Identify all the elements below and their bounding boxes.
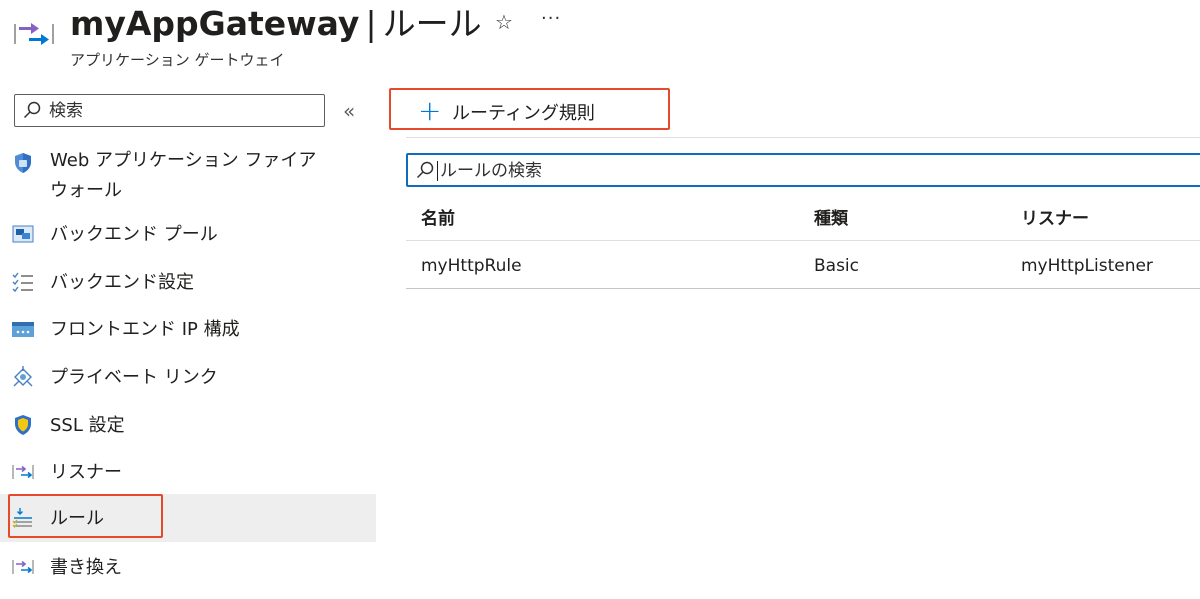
listener-icon <box>12 465 34 479</box>
more-options-icon[interactable]: ··· <box>541 8 561 29</box>
rules-icon <box>12 508 32 528</box>
sidebar-item-label: フロントエンド IP 構成 <box>50 319 240 340</box>
column-header-name[interactable]: 名前 <box>421 204 455 229</box>
rule-name-cell[interactable]: myHttpRule <box>421 256 522 276</box>
sidebar-item-private-link[interactable]: プライベート リンク <box>0 354 376 402</box>
waf-shield-icon <box>15 153 31 173</box>
rewrite-icon <box>12 560 34 574</box>
sidebar-item-label: バックエンド プール <box>50 224 218 245</box>
table-row-divider <box>406 288 1200 289</box>
add-routing-rule-button[interactable]: + ルーティング規則 <box>406 91 668 131</box>
backend-pool-icon <box>12 225 34 243</box>
resource-name: myAppGateway <box>70 4 360 43</box>
sidebar-item-label: ルール <box>50 508 104 529</box>
sidebar-item-label: プライベート リンク <box>50 367 218 388</box>
sidebar-item-rewrites[interactable]: 書き換え <box>0 544 376 592</box>
collapse-sidebar-icon[interactable]: « <box>343 99 355 123</box>
column-header-type[interactable]: 種類 <box>814 204 848 229</box>
add-icon: + <box>418 94 442 127</box>
column-header-listener[interactable]: リスナー <box>1021 204 1089 229</box>
rules-search-box[interactable] <box>406 153 1200 187</box>
add-routing-rule-label: ルーティング規則 <box>452 103 595 124</box>
search-icon <box>23 101 41 119</box>
sidebar-item-label: 書き換え <box>50 557 122 578</box>
sidebar-item-backend-pools[interactable]: バックエンド プール <box>0 211 376 259</box>
sidebar-item-listeners[interactable]: リスナー <box>0 449 376 497</box>
search-icon <box>416 161 434 179</box>
private-link-icon <box>13 366 33 387</box>
title-separator: | <box>365 4 377 43</box>
sidebar-item-backend-settings[interactable]: バックエンド設定 <box>0 259 376 307</box>
backend-settings-icon <box>12 272 33 293</box>
sidebar-search-input[interactable] <box>49 98 319 123</box>
rules-search-input[interactable] <box>440 158 1140 183</box>
page-title: myAppGateway | ルール <box>70 2 482 46</box>
app-gateway-icon <box>14 23 54 45</box>
sidebar-item-rules[interactable]: ルール <box>0 494 376 542</box>
sidebar-item-ssl-settings[interactable]: SSL 設定 <box>0 402 376 450</box>
frontend-ip-icon <box>12 322 34 337</box>
sidebar-item-label: リスナー <box>50 462 122 483</box>
rule-type-cell: Basic <box>814 256 860 276</box>
sidebar-item-label: Web アプリケーション ファイア ウォール <box>50 150 317 201</box>
favorite-star-icon[interactable]: ☆ <box>495 10 513 34</box>
rule-listener-cell: myHttpListener <box>1021 256 1153 276</box>
sidebar-item-frontend-ip[interactable]: フロントエンド IP 構成 <box>0 306 376 354</box>
ssl-shield-icon <box>15 415 31 435</box>
sidebar-search-box[interactable] <box>14 94 325 127</box>
sidebar-item-label: SSL 設定 <box>50 415 125 436</box>
blade-title: ルール <box>382 4 482 43</box>
sidebar-item-waf[interactable]: Web アプリケーション ファイア ウォール <box>0 140 376 204</box>
resource-type-subtitle: アプリケーション ゲートウェイ <box>70 51 285 69</box>
sidebar-item-label: バックエンド設定 <box>50 272 194 293</box>
command-bar-divider <box>406 137 1200 138</box>
text-caret <box>437 161 438 181</box>
